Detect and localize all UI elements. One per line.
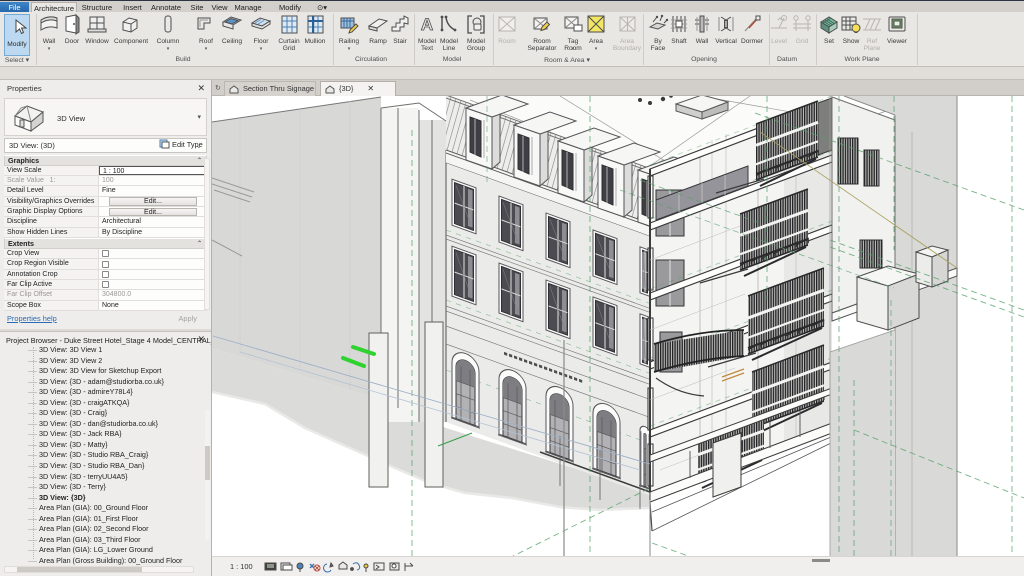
- svg-text:A: A: [421, 15, 433, 34]
